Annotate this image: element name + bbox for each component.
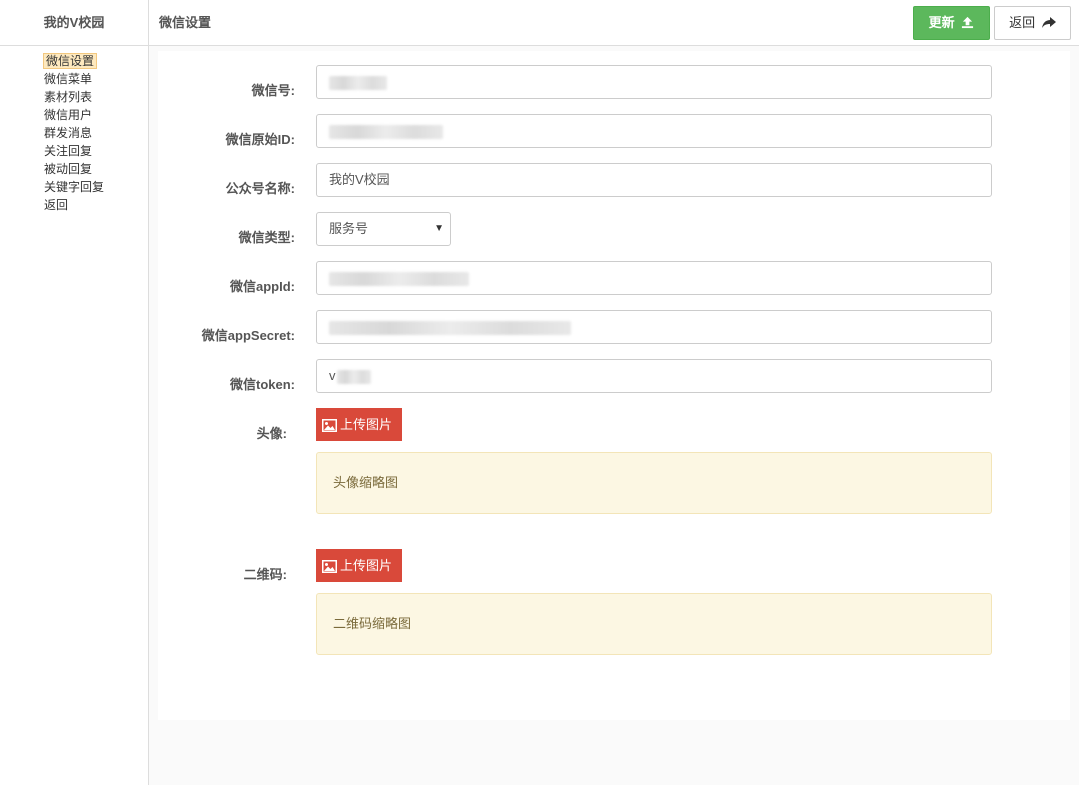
sidebar-item-wechat-settings[interactable]: 微信设置	[42, 52, 148, 70]
original-id-label: 微信原始ID:	[225, 132, 295, 147]
page-title: 微信设置	[159, 15, 212, 30]
avatar-thumbnail: 头像缩略图	[316, 452, 992, 514]
wechat-id-input[interactable]	[316, 65, 992, 99]
qrcode-label: 二维码:	[243, 567, 287, 582]
qrcode-thumbnail: 二维码缩略图	[316, 593, 992, 655]
token-input[interactable]: v	[316, 359, 992, 393]
update-button[interactable]: 更新	[913, 6, 990, 40]
avatar-upload-label: 上传图片	[340, 417, 393, 432]
upload-icon	[962, 16, 974, 29]
sidebar-item-wechat-users[interactable]: 微信用户	[42, 106, 148, 124]
back-button[interactable]: 返回	[994, 6, 1071, 40]
qrcode-upload-button[interactable]: 上传图片	[316, 549, 402, 582]
token-prefix: v	[329, 368, 336, 383]
redacted-value	[329, 320, 571, 335]
account-name-input[interactable]: 我的V校园	[316, 163, 992, 197]
sidebar-item-passive-reply[interactable]: 被动回复	[42, 160, 148, 178]
original-id-input[interactable]	[316, 114, 992, 148]
wechat-id-label: 微信号:	[251, 83, 295, 98]
type-label: 微信类型:	[238, 230, 295, 245]
caret-down-icon: ▼	[434, 223, 444, 234]
back-button-label: 返回	[1009, 15, 1036, 30]
appid-input[interactable]	[316, 261, 992, 295]
appid-label: 微信appId:	[230, 279, 295, 294]
redacted-value	[336, 369, 371, 384]
main-content: 微信号: 微信原始ID: 公众号名称: 我的V校园 微信类型: 服务号 ▼ 微信…	[149, 46, 1079, 785]
topbar: 微信设置 更新 返回	[149, 0, 1079, 46]
qrcode-upload-label: 上传图片	[340, 558, 393, 573]
sidebar-item-back[interactable]: 返回	[42, 196, 148, 214]
settings-form: 微信号: 微信原始ID: 公众号名称: 我的V校园 微信类型: 服务号 ▼ 微信…	[158, 51, 1070, 720]
redacted-value	[329, 124, 443, 139]
appsecret-label: 微信appSecret:	[201, 328, 295, 343]
avatar-upload-button[interactable]: 上传图片	[316, 408, 402, 441]
sidebar-title: 我的V校园	[0, 0, 148, 46]
redacted-value	[329, 75, 387, 90]
image-icon	[322, 419, 337, 432]
image-icon	[322, 560, 337, 573]
type-select[interactable]: 服务号 ▼	[316, 212, 451, 246]
avatar-label: 头像:	[256, 426, 287, 441]
update-button-label: 更新	[928, 15, 955, 30]
type-select-value: 服务号	[329, 221, 369, 236]
appsecret-input[interactable]	[316, 310, 992, 344]
account-name-label: 公众号名称:	[225, 181, 295, 196]
token-label: 微信token:	[229, 377, 295, 392]
redacted-value	[329, 271, 469, 286]
share-arrow-icon	[1041, 17, 1056, 28]
